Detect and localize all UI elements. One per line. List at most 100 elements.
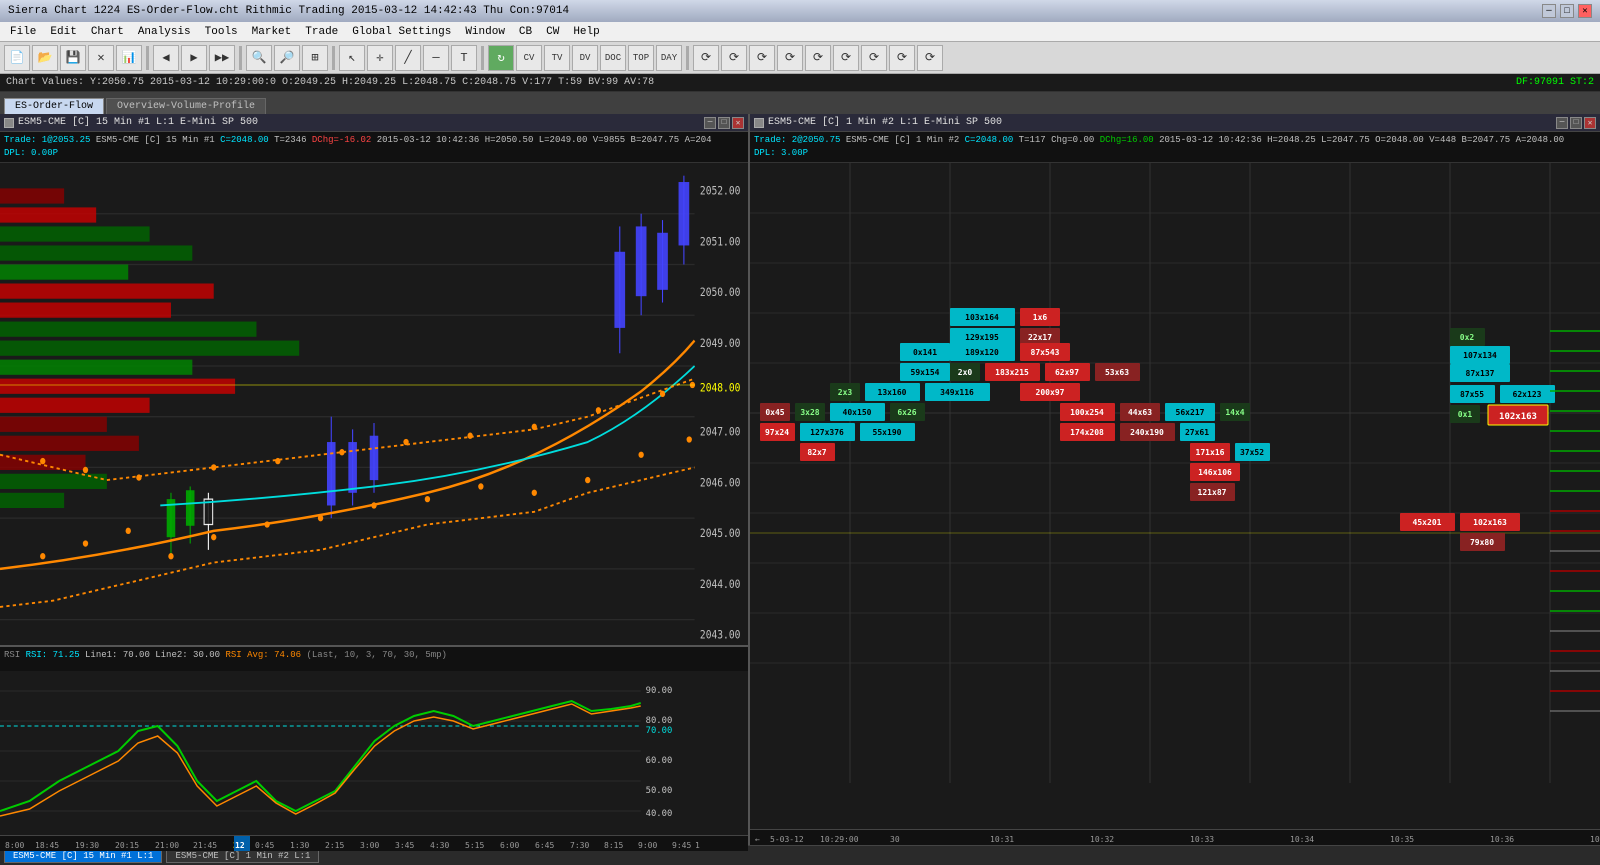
svg-text:10:37: 10:37 bbox=[1590, 835, 1600, 844]
left-chart-canvas[interactable]: 2052.00 2051.00 2050.00 2049.00 2048.00 … bbox=[0, 163, 748, 645]
tb-ref7[interactable]: ⟳ bbox=[861, 45, 887, 71]
left-chart-panel: ESM5-CME [C] 15 Min #1 L:1 E-Mini SP 500… bbox=[0, 114, 750, 845]
tb-ref3[interactable]: ⟳ bbox=[749, 45, 775, 71]
svg-text:40x150: 40x150 bbox=[843, 408, 872, 417]
right-info-line1: Trade: 2@2050.75 ESM5-CME [C] 1 Min #2 C… bbox=[754, 134, 1596, 147]
svg-text:1:30: 1:30 bbox=[290, 841, 309, 850]
tb-ref2[interactable]: ⟳ bbox=[721, 45, 747, 71]
tb-top[interactable]: TOP bbox=[628, 45, 654, 71]
svg-text:87x543: 87x543 bbox=[1031, 348, 1060, 357]
svg-text:10:29:00: 10:29:00 bbox=[820, 835, 859, 844]
tb-fit[interactable]: ⊞ bbox=[302, 45, 328, 71]
svg-text:127x376: 127x376 bbox=[810, 428, 844, 437]
tb-ref1[interactable]: ⟳ bbox=[693, 45, 719, 71]
tb-close[interactable]: ✕ bbox=[88, 45, 114, 71]
svg-text:349x116: 349x116 bbox=[940, 388, 974, 397]
menu-window[interactable]: Window bbox=[459, 24, 511, 40]
tb-zoom-out[interactable]: 🔎 bbox=[274, 45, 300, 71]
tb-sep2 bbox=[239, 46, 242, 70]
svg-text:60.00: 60.00 bbox=[646, 756, 673, 766]
menu-trade[interactable]: Trade bbox=[299, 24, 344, 40]
svg-text:21:45: 21:45 bbox=[193, 841, 217, 850]
tb-sep4 bbox=[481, 46, 484, 70]
menu-global-settings[interactable]: Global Settings bbox=[346, 24, 457, 40]
left-chart-close[interactable]: ✕ bbox=[732, 117, 744, 129]
svg-text:2044.00: 2044.00 bbox=[700, 578, 741, 591]
svg-text:70.00: 70.00 bbox=[646, 726, 673, 736]
tb-dv[interactable]: DV bbox=[572, 45, 598, 71]
tb-ref4[interactable]: ⟳ bbox=[777, 45, 803, 71]
toolbar: 📄 📂 💾 ✕ 📊 ◀ ▶ ▶▶ 🔍 🔎 ⊞ ↖ ✛ ╱ ─ T ↻ CV TV… bbox=[0, 42, 1600, 74]
svg-text:27x61: 27x61 bbox=[1185, 428, 1209, 437]
menu-file[interactable]: File bbox=[4, 24, 42, 40]
menu-edit[interactable]: Edit bbox=[44, 24, 82, 40]
right-dpl-line: DPL: 3.00P bbox=[754, 147, 1596, 160]
svg-text:102x163: 102x163 bbox=[1473, 518, 1507, 527]
close-button[interactable]: ✕ bbox=[1578, 4, 1592, 18]
tb-ref5[interactable]: ⟳ bbox=[805, 45, 831, 71]
df-status: DF:97091 ST:2 bbox=[1516, 77, 1594, 88]
left-chart-maximize[interactable]: □ bbox=[718, 117, 730, 129]
menu-tools[interactable]: Tools bbox=[199, 24, 244, 40]
rsi-panel: RSI RSI: 71.25 Line1: 70.00 Line2: 30.00… bbox=[0, 645, 748, 845]
left-chart-title: ESM5-CME [C] 15 Min #1 L:1 E-Mini SP 500 bbox=[18, 117, 258, 128]
maximize-button[interactable]: □ bbox=[1560, 4, 1574, 18]
tb-ref9[interactable]: ⟳ bbox=[917, 45, 943, 71]
svg-text:80.00: 80.00 bbox=[646, 716, 673, 726]
svg-text:2050.00: 2050.00 bbox=[700, 286, 741, 299]
tb-new[interactable]: 📄 bbox=[4, 45, 30, 71]
svg-text:37x52: 37x52 bbox=[1240, 448, 1264, 457]
tb-save[interactable]: 💾 bbox=[60, 45, 86, 71]
right-chart-maximize[interactable]: □ bbox=[1570, 117, 1582, 129]
left-time-axis: 8:00 18:45 19:30 20:15 21:00 21:45 3/1 0… bbox=[0, 835, 748, 851]
left-chart-minimize[interactable]: ─ bbox=[704, 117, 716, 129]
menu-market[interactable]: Market bbox=[246, 24, 298, 40]
minimize-button[interactable]: ─ bbox=[1542, 4, 1556, 18]
rsi-label: RSI RSI: 71.25 Line1: 70.00 Line2: 30.00… bbox=[4, 650, 447, 660]
menu-cw[interactable]: CW bbox=[540, 24, 565, 40]
tb-cv[interactable]: CV bbox=[516, 45, 542, 71]
svg-text:0x141: 0x141 bbox=[913, 348, 937, 357]
svg-text:82x7: 82x7 bbox=[807, 448, 826, 457]
svg-text:146x106: 146x106 bbox=[1198, 468, 1232, 477]
tb-day[interactable]: DAY bbox=[656, 45, 682, 71]
svg-text:45x201: 45x201 bbox=[1413, 518, 1442, 527]
right-chart-close[interactable]: ✕ bbox=[1584, 117, 1596, 129]
tb-bar[interactable]: 📊 bbox=[116, 45, 142, 71]
menu-analysis[interactable]: Analysis bbox=[132, 24, 197, 40]
chart-icon-left bbox=[4, 118, 14, 128]
menu-help[interactable]: Help bbox=[567, 24, 605, 40]
tb-text[interactable]: T bbox=[451, 45, 477, 71]
right-chart-minimize[interactable]: ─ bbox=[1556, 117, 1568, 129]
window-controls[interactable]: ─ □ ✕ bbox=[1542, 4, 1592, 18]
tb-open[interactable]: 📂 bbox=[32, 45, 58, 71]
tb-play[interactable]: ▶ bbox=[181, 45, 207, 71]
tb-prev[interactable]: ◀ bbox=[153, 45, 179, 71]
svg-text:2047.00: 2047.00 bbox=[700, 426, 741, 439]
svg-text:13x160: 13x160 bbox=[878, 388, 907, 397]
right-chart-canvas[interactable]: 103x164 129x195 0x141 189x120 59x154 1x6… bbox=[750, 163, 1600, 845]
menu-chart[interactable]: Chart bbox=[85, 24, 130, 40]
svg-text:3:45: 3:45 bbox=[395, 841, 414, 850]
svg-text:189x120: 189x120 bbox=[965, 348, 999, 357]
tb-hline[interactable]: ─ bbox=[423, 45, 449, 71]
tb-crosshair[interactable]: ✛ bbox=[367, 45, 393, 71]
tb-ref8[interactable]: ⟳ bbox=[889, 45, 915, 71]
svg-text:129x195: 129x195 bbox=[965, 333, 999, 342]
tb-doc[interactable]: DOC bbox=[600, 45, 626, 71]
tab-overview-volume-profile[interactable]: Overview-Volume-Profile bbox=[106, 98, 266, 114]
chart-area: ESM5-CME [C] 15 Min #1 L:1 E-Mini SP 500… bbox=[0, 114, 1600, 845]
tb-zoom-in[interactable]: 🔍 bbox=[246, 45, 272, 71]
menu-cb[interactable]: CB bbox=[513, 24, 538, 40]
tb-next[interactable]: ▶▶ bbox=[209, 45, 235, 71]
tab-es-order-flow[interactable]: ES-Order-Flow bbox=[4, 98, 104, 114]
svg-text:2052.00: 2052.00 bbox=[700, 185, 741, 198]
tb-line[interactable]: ╱ bbox=[395, 45, 421, 71]
tb-ref6[interactable]: ⟳ bbox=[833, 45, 859, 71]
svg-text:2051.00: 2051.00 bbox=[700, 236, 741, 249]
svg-text:2049.00: 2049.00 bbox=[700, 337, 741, 350]
tb-reload[interactable]: ↻ bbox=[488, 45, 514, 71]
svg-text:0x1: 0x1 bbox=[1458, 410, 1473, 419]
tb-tv[interactable]: TV bbox=[544, 45, 570, 71]
tb-cursor[interactable]: ↖ bbox=[339, 45, 365, 71]
